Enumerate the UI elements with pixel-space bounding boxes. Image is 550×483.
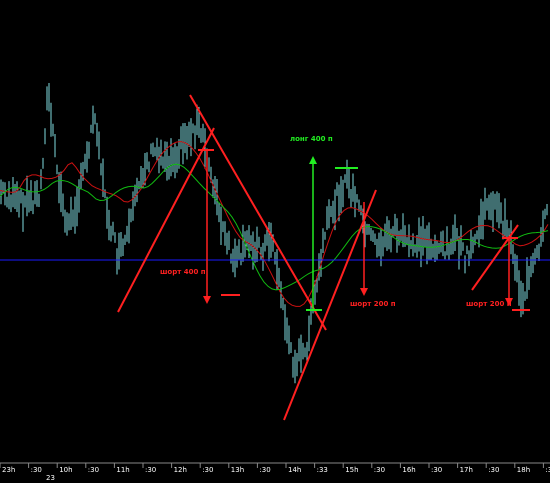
time-tick-label: 23h xyxy=(2,466,16,474)
time-tick-label: :30 xyxy=(30,466,42,474)
time-tick-label: :33 xyxy=(316,466,328,474)
trendline-down-1 xyxy=(189,94,327,331)
time-tick-label: 18h xyxy=(516,466,531,474)
time-tick-label: :30 xyxy=(87,466,100,474)
time-tick-label: 12h xyxy=(173,466,187,474)
time-tick-label: 15h xyxy=(345,466,359,474)
time-tick-label: :30 xyxy=(488,466,500,474)
time-tick-label: :30 xyxy=(545,466,550,474)
time-tick-label: 10h xyxy=(59,466,73,474)
time-tick-label: 17h xyxy=(459,466,473,474)
moving-average-green xyxy=(0,163,549,291)
time-tick-label: 14h xyxy=(288,466,302,474)
trendline-up-1 xyxy=(117,127,215,313)
moving-averages xyxy=(0,140,549,307)
short-200-label-a: шорт 200 п xyxy=(350,300,396,308)
trade-drawings xyxy=(117,94,530,421)
time-tick-label: :30 xyxy=(259,466,271,474)
short-200-label-b: шорт 200 п xyxy=(466,300,512,308)
time-tick-label: :30 xyxy=(202,466,214,474)
time-tick-label: 13h xyxy=(230,466,245,474)
time-tick-label: :30 xyxy=(373,466,386,474)
moving-average-red xyxy=(0,140,549,307)
price-candles xyxy=(0,83,548,384)
short-400-label: шорт 400 п xyxy=(160,268,206,276)
time-tick-label: :30 xyxy=(145,466,157,474)
date-label: 23 xyxy=(46,474,55,482)
time-tick-label: 11h xyxy=(116,466,130,474)
time-tick-label: 16h xyxy=(402,466,416,474)
time-tick-label: :30 xyxy=(431,466,443,474)
price-chart[interactable]: лонг 400 п шорт 400 п шорт 200 п шорт 20… xyxy=(0,0,550,483)
long-400-label: лонг 400 п xyxy=(290,135,333,143)
